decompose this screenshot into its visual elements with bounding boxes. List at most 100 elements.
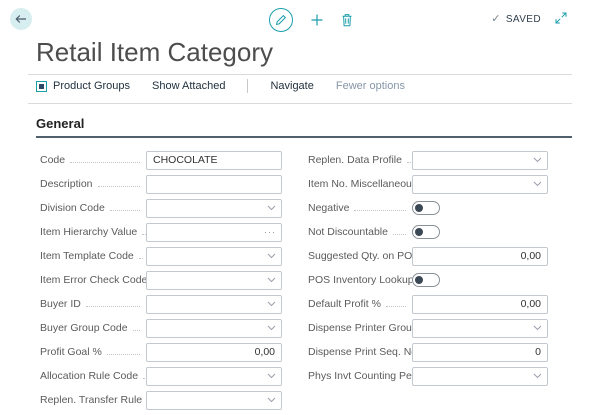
dotted-leader [70,162,140,163]
field-input-suggested-qty-on-pos[interactable] [419,248,541,265]
field-label-text: Item Hierarchy Value [40,226,137,238]
expand-button[interactable] [555,12,567,24]
field-label-dispense-print-seq-no: Dispense Print Seq. No. [308,346,412,358]
delete-button[interactable] [341,13,353,27]
field-row-code: Code [40,148,282,172]
field-control-replen-data-profile [412,151,548,170]
dotted-leader [86,306,140,307]
action-item-product-groups[interactable]: Product Groups [36,80,130,92]
field-control-allocation-rule-code [146,367,282,386]
field-box-item-template-code [146,247,282,266]
back-button[interactable] [10,8,32,30]
field-label-text: Phys Invt Counting Pe... [308,370,412,382]
field-label-text: Item Error Check Code [40,274,146,286]
field-input-item-no-miscellaneous[interactable] [419,176,541,193]
divider-bottom [28,103,572,104]
field-row-replen-data-profile: Replen. Data Profile [308,148,548,172]
field-label-buyer-id: Buyer ID [40,298,146,310]
form-column-gap [282,148,308,412]
field-label-text: Item Template Code [40,250,134,262]
field-input-phys-invt-counting-pe[interactable] [419,368,541,385]
field-input-profit-goal[interactable] [153,344,275,361]
section-underline [36,136,572,138]
field-row-dispense-print-seq-no: Dispense Print Seq. No. [308,340,548,364]
command-bar: ✓ SAVED [0,0,600,36]
field-control-negative [412,201,548,215]
form-column-left: CodeDescriptionDivision CodeItem Hierarc… [40,148,282,412]
field-input-description[interactable] [153,176,275,193]
field-control-not-discountable [412,225,548,239]
action-item-show-attached[interactable]: Show Attached [152,80,225,92]
chevron-down-icon[interactable] [267,296,276,313]
record-actions [269,8,353,32]
field-label-item-no-miscellaneous: Item No. Miscellaneous [308,178,412,190]
chevron-down-icon[interactable] [267,272,276,289]
field-input-replen-transfer-rule[interactable] [153,392,275,409]
field-input-item-hierarchy-value[interactable] [153,224,275,241]
chevron-down-icon[interactable] [267,392,276,409]
chevron-down-icon[interactable] [267,200,276,217]
field-row-dispense-printer-group: Dispense Printer Group [308,316,548,340]
chevron-down-icon[interactable] [267,248,276,265]
action-item-label: Fewer options [336,80,405,92]
field-control-item-template-code [146,247,282,266]
field-control-replen-transfer-rule [146,391,282,410]
field-box-item-no-miscellaneous [412,175,548,194]
field-input-item-error-check-code[interactable] [153,272,275,289]
toggle-knob [415,204,423,212]
field-control-division-code [146,199,282,218]
field-control-item-no-miscellaneous [412,175,548,194]
field-input-replen-data-profile[interactable] [419,152,541,169]
pencil-icon [275,14,287,26]
field-label-text: Allocation Rule Code [40,370,138,382]
field-row-profit-goal: Profit Goal % [40,340,282,364]
field-input-dispense-printer-group[interactable] [419,320,541,337]
chevron-down-icon[interactable] [533,368,542,385]
chevron-down-icon[interactable] [267,320,276,337]
field-label-replen-data-profile: Replen. Data Profile [308,154,412,166]
field-row-default-profit: Default Profit % [308,292,548,316]
field-label-text: Dispense Printer Group [308,322,412,334]
field-input-division-code[interactable] [153,200,275,217]
field-label-text: Negative [308,202,349,214]
chevron-down-icon[interactable] [533,152,542,169]
toggle-pos-inventory-lookup[interactable] [412,273,440,287]
dotted-leader [98,186,140,187]
field-label-phys-invt-counting-pe: Phys Invt Counting Pe... [308,370,412,382]
field-control-phys-invt-counting-pe [412,367,548,386]
new-button[interactable] [310,13,324,27]
section-title: General [36,116,600,131]
general-form: CodeDescriptionDivision CodeItem Hierarc… [40,148,572,412]
field-input-buyer-group-code[interactable] [153,320,275,337]
action-item-fewer-options[interactable]: Fewer options [336,80,405,92]
field-input-buyer-id[interactable] [153,296,275,313]
field-label-default-profit: Default Profit % [308,298,412,310]
field-input-item-template-code[interactable] [153,248,275,265]
field-row-buyer-group-code: Buyer Group Code [40,316,282,340]
field-label-item-hierarchy-value: Item Hierarchy Value [40,226,146,238]
action-item-navigate[interactable]: Navigate [270,80,313,92]
chevron-down-icon[interactable] [533,320,542,337]
field-control-dispense-printer-group [412,319,548,338]
edit-button[interactable] [269,8,293,32]
field-label-text: Description [40,178,93,190]
save-status-label: SAVED [506,14,541,25]
field-label-buyer-group-code: Buyer Group Code [40,322,146,334]
field-row-replen-transfer-rule: Replen. Transfer Rule ... [40,388,282,412]
toggle-negative[interactable] [412,201,440,215]
chevron-down-icon[interactable] [533,176,542,193]
field-input-allocation-rule-code[interactable] [153,368,275,385]
dotted-leader [393,234,406,235]
field-box-replen-data-profile [412,151,548,170]
assist-edit-icon[interactable]: ··· [264,224,276,241]
chevron-down-icon[interactable] [267,368,276,385]
save-status: ✓ SAVED [491,14,541,25]
field-input-default-profit[interactable] [419,296,541,313]
field-label-text: Suggested Qty. on POS [308,250,412,262]
toggle-not-discountable[interactable] [412,225,440,239]
field-input-dispense-print-seq-no[interactable] [419,344,541,361]
field-input-code[interactable] [153,152,275,169]
field-row-description: Description [40,172,282,196]
expand-icon [555,12,567,24]
field-label-replen-transfer-rule: Replen. Transfer Rule ... [40,394,146,406]
